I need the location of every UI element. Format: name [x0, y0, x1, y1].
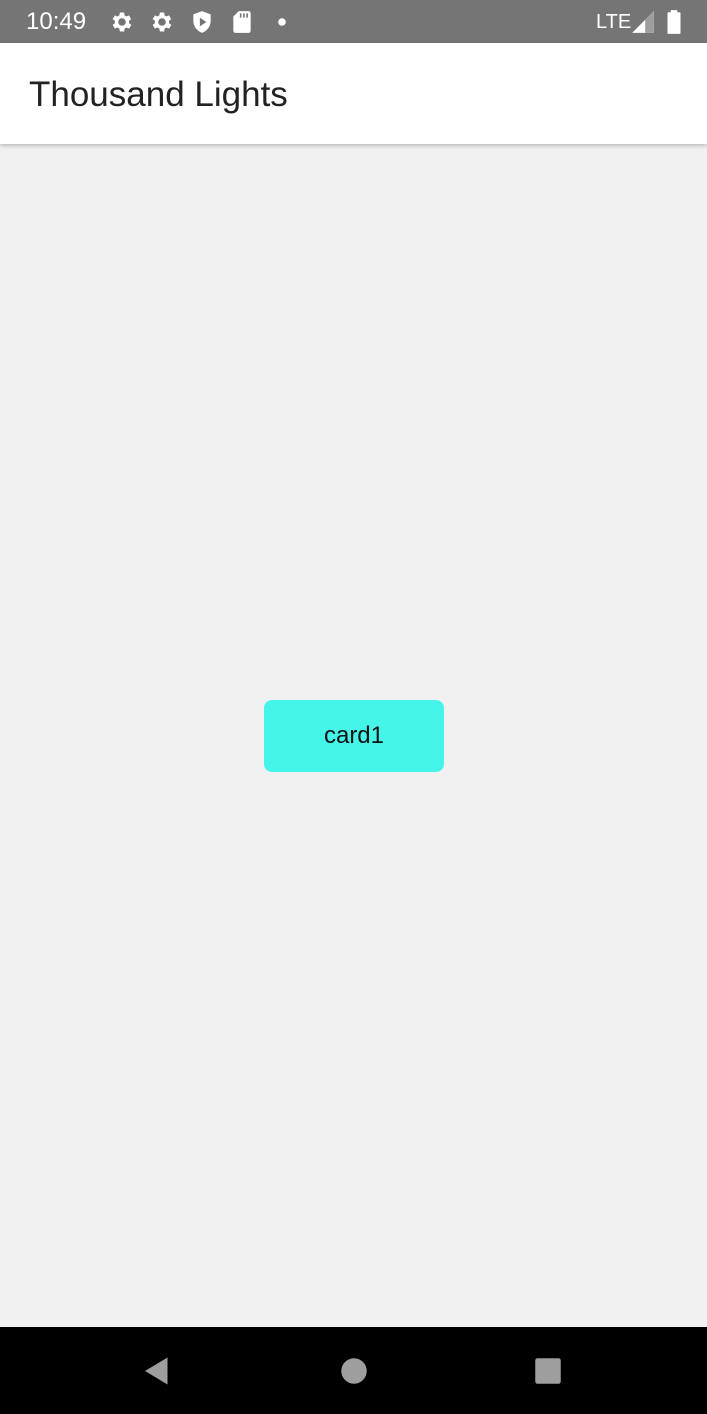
recents-icon[interactable]	[530, 1353, 566, 1389]
back-icon[interactable]	[139, 1353, 175, 1389]
network-type-label: LTE	[596, 11, 632, 33]
gear-icon	[109, 9, 135, 35]
status-time: 10:49	[26, 8, 87, 35]
signal-icon	[630, 9, 656, 35]
status-bar: 10:49 LTE	[0, 0, 707, 43]
sd-card-icon	[229, 9, 255, 35]
gear-icon	[149, 9, 175, 35]
battery-icon	[661, 9, 687, 35]
card-button[interactable]: card1	[264, 700, 444, 772]
home-icon[interactable]	[336, 1353, 372, 1389]
app-bar: Thousand Lights	[0, 43, 707, 144]
notification-dot-icon	[269, 9, 295, 35]
play-protect-icon	[189, 9, 215, 35]
page-title: Thousand Lights	[29, 75, 288, 114]
card-label: card1	[323, 722, 385, 749]
navigation-bar	[0, 1327, 707, 1414]
